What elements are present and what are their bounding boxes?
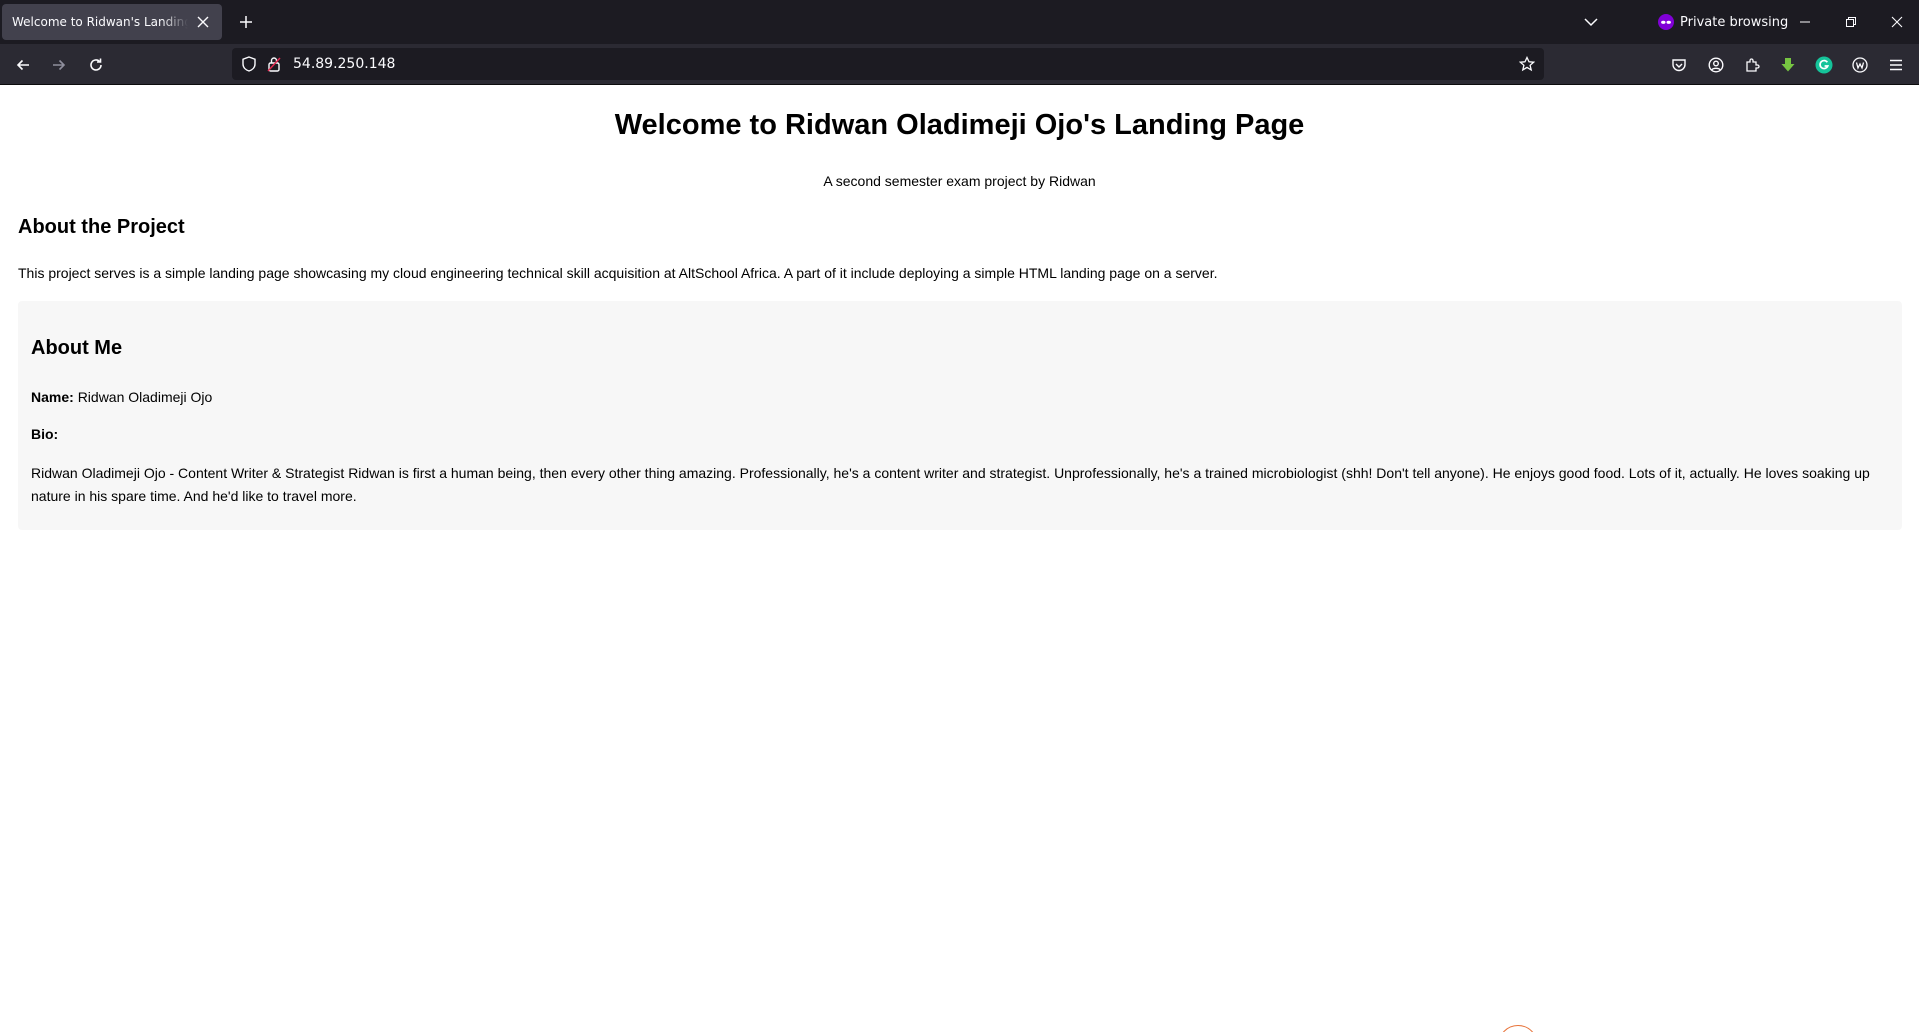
floating-widget-edge[interactable]	[1498, 1025, 1538, 1032]
private-mask-icon	[1658, 14, 1674, 30]
app-menu-icon[interactable]	[1882, 51, 1910, 79]
close-window-icon[interactable]	[1883, 8, 1911, 36]
about-me-section: About Me Name: Ridwan Oladimeji Ojo Bio:…	[18, 301, 1902, 530]
page-viewport: Welcome to Ridwan Oladimeji Ojo's Landin…	[0, 85, 1919, 1032]
name-value: Ridwan Oladimeji Ojo	[77, 389, 213, 405]
url-text[interactable]: 54.89.250.148	[293, 55, 395, 73]
grammarly-icon[interactable]	[1810, 51, 1838, 79]
tracking-protection-shield-icon[interactable]	[240, 55, 258, 73]
account-icon[interactable]	[1702, 51, 1730, 79]
page-subtitle: A second semester exam project by Ridwan	[823, 173, 1096, 189]
page-title: Welcome to Ridwan Oladimeji Ojo's Landin…	[614, 109, 1305, 141]
about-me-heading: About Me	[31, 337, 123, 359]
minimize-icon[interactable]	[1791, 8, 1819, 36]
reload-icon[interactable]	[82, 51, 110, 79]
extensions-icon[interactable]	[1738, 51, 1766, 79]
back-icon[interactable]	[9, 51, 37, 79]
insecure-lock-icon[interactable]	[265, 55, 283, 73]
forward-icon[interactable]	[45, 51, 73, 79]
browser-navbar: 54.89.250.148	[0, 44, 1919, 85]
wappalyzer-icon[interactable]	[1846, 51, 1874, 79]
bookmark-star-icon[interactable]	[1518, 55, 1536, 73]
list-all-tabs-icon[interactable]	[1580, 11, 1602, 33]
private-browsing-indicator: Private browsing	[1658, 11, 1788, 33]
private-browsing-label: Private browsing	[1680, 14, 1789, 30]
bio-text: Ridwan Oladimeji Ojo - Content Writer & …	[31, 465, 1870, 504]
bio-label: Bio:	[31, 426, 59, 442]
url-bar[interactable]: 54.89.250.148	[232, 48, 1544, 80]
new-tab-icon[interactable]	[235, 11, 257, 33]
restore-icon[interactable]	[1837, 8, 1865, 36]
close-tab-icon[interactable]	[194, 13, 212, 31]
browser-titlebar: Welcome to Ridwan's Landing Page Private…	[0, 0, 1919, 44]
name-label: Name:	[31, 389, 74, 405]
about-project-text: This project serves is a simple landing …	[18, 265, 1218, 281]
about-project-heading: About the Project	[18, 216, 185, 238]
pocket-icon[interactable]	[1665, 51, 1693, 79]
tab-title: Welcome to Ridwan's Landing Page	[12, 15, 188, 29]
browser-tab[interactable]: Welcome to Ridwan's Landing Page	[2, 4, 222, 40]
name-line: Name: Ridwan Oladimeji Ojo	[31, 388, 212, 406]
download-extension-icon[interactable]	[1774, 51, 1802, 79]
